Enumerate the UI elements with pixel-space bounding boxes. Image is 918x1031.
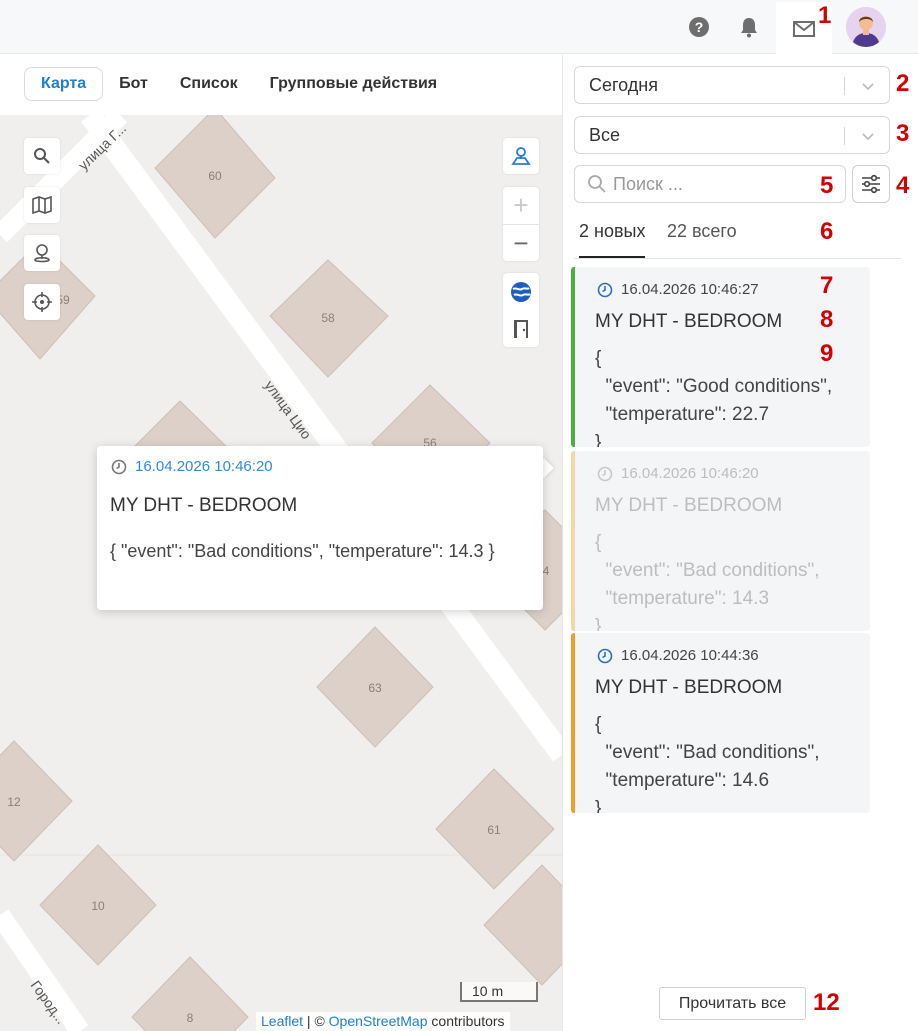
clock-icon <box>111 459 127 474</box>
envelope-icon <box>788 13 820 45</box>
popup-body: { "event": "Bad conditions", "temperatur… <box>110 541 495 561</box>
building-label: 12 <box>7 795 21 809</box>
tab-map[interactable]: Карта <box>24 67 104 101</box>
door-icon <box>514 319 528 338</box>
building-label: 63 <box>368 681 382 695</box>
new-count-tab[interactable]: 2 новых <box>579 221 646 258</box>
event-title: MY DHT - BEDROOM <box>595 311 783 332</box>
map-icon <box>32 196 52 214</box>
map-scale: 10 m <box>460 982 538 1002</box>
event-status-bar <box>571 267 575 447</box>
building-label: 58 <box>321 311 335 325</box>
event-time-text: 16.04.2026 10:44:36 <box>621 647 759 664</box>
leaflet-link[interactable]: Leaflet <box>261 1013 303 1029</box>
popup-title: MY DHT - BEDROOM <box>110 495 298 516</box>
map-geo-button[interactable] <box>503 138 539 174</box>
annotation-6: 6 <box>820 218 834 245</box>
building-label: 8 <box>187 1011 194 1025</box>
svg-text:?: ? <box>695 19 704 35</box>
building-label: 10 <box>91 899 105 913</box>
event-status-bar <box>571 451 575 631</box>
building-label: 61 <box>487 823 501 837</box>
map-locate-button[interactable] <box>24 284 60 320</box>
annotation-1: 1 <box>818 2 832 29</box>
event-time-text: 16.04.2026 10:46:20 <box>621 465 759 482</box>
zoom-control: + − <box>503 187 539 261</box>
type-select[interactable]: Все <box>574 116 890 154</box>
annotation-5: 5 <box>820 172 834 199</box>
popup-time-text: 16.04.2026 10:46:20 <box>135 458 273 475</box>
event-payload: { "event": "Bad conditions", "temperatur… <box>595 714 820 813</box>
search-input[interactable] <box>613 173 833 195</box>
annotation-12: 12 <box>813 989 840 1016</box>
zoom-out-button[interactable]: − <box>503 224 539 261</box>
search-icon <box>588 175 606 193</box>
event-time: 16.04.2026 10:44:36 <box>597 647 759 664</box>
view-tabs: Карта Бот Список Групповые действия <box>24 67 453 101</box>
events-panel: Сегодня Все 2 новых 22 всего <box>562 55 918 1031</box>
popup-time: 16.04.2026 10:46:20 <box>111 458 273 475</box>
osm-link[interactable]: OpenStreetMap <box>329 1013 428 1029</box>
read-all-button[interactable]: Прочитать все <box>659 987 806 1020</box>
event-status-bar <box>571 633 575 813</box>
tab-list[interactable]: Список <box>164 67 254 101</box>
help-icon[interactable]: ? <box>683 11 715 43</box>
count-tabs: 2 новых 22 всего <box>574 215 901 259</box>
event-popup[interactable]: 16.04.2026 10:46:20 MY DHT - BEDROOM { "… <box>97 446 543 610</box>
filter-button[interactable] <box>852 165 890 203</box>
exit-button[interactable] <box>503 310 539 347</box>
crosshair-icon <box>32 292 52 312</box>
building-label: 4 <box>543 564 550 578</box>
pin-icon <box>34 244 50 263</box>
map-pin-icon <box>511 147 531 165</box>
annotation-9: 9 <box>820 340 834 367</box>
tab-group-actions[interactable]: Групповые действия <box>254 67 454 101</box>
sliders-icon <box>862 174 880 194</box>
search-icon <box>34 148 50 164</box>
search-field[interactable] <box>574 165 846 203</box>
map-layers-button[interactable] <box>24 187 60 223</box>
select-separator <box>844 127 845 145</box>
globe-icon <box>511 281 531 302</box>
top-bar: ? <box>0 0 918 54</box>
event-card[interactable]: 16.04.2026 10:44:36 MY DHT - BEDROOM { "… <box>571 633 870 813</box>
period-select[interactable]: Сегодня <box>574 66 890 104</box>
clock-icon <box>597 648 613 663</box>
event-time: 16.04.2026 10:46:20 <box>597 465 759 482</box>
bell-icon[interactable] <box>733 11 765 43</box>
total-count-tab[interactable]: 22 всего <box>667 221 737 242</box>
event-time: 16.04.2026 10:46:27 <box>597 281 759 298</box>
select-separator <box>844 77 845 95</box>
annotation-7: 7 <box>820 272 834 299</box>
annotation-4: 4 <box>896 172 910 199</box>
app-root: ? 1 Карта Бот Список Групповые действия … <box>0 0 918 1031</box>
map-search-button[interactable] <box>24 138 60 174</box>
chevron-down-icon <box>862 83 874 91</box>
map-marker-button[interactable] <box>24 235 60 271</box>
building-label: 60 <box>208 169 222 183</box>
map-attribution: Leaflet | © OpenStreetMap contributors <box>256 1012 510 1031</box>
event-title: MY DHT - BEDROOM <box>595 495 783 516</box>
event-title: MY DHT - BEDROOM <box>595 677 783 698</box>
type-select-value: Все <box>589 124 621 145</box>
user-avatar[interactable] <box>846 7 886 47</box>
attribution-tail: contributors <box>427 1013 505 1029</box>
chevron-down-icon <box>862 133 874 141</box>
event-payload: { "event": "Bad conditions", "temperatur… <box>595 532 820 631</box>
event-payload: { "event": "Good conditions", "temperatu… <box>595 348 833 447</box>
annotation-8: 8 <box>820 306 834 333</box>
period-select-value: Сегодня <box>589 74 658 95</box>
attribution-separator: | © <box>303 1013 329 1029</box>
annotation-3: 3 <box>896 120 910 147</box>
event-card[interactable]: 16.04.2026 10:46:20 MY DHT - BEDROOM { "… <box>571 451 870 631</box>
map-extra-controls <box>503 273 539 347</box>
clock-icon <box>597 282 613 297</box>
annotation-2: 2 <box>896 70 910 97</box>
event-time-text: 16.04.2026 10:46:27 <box>621 281 759 298</box>
clock-icon <box>597 466 613 481</box>
zoom-in-button[interactable]: + <box>503 187 539 224</box>
globe-button[interactable] <box>503 273 539 310</box>
tab-bot[interactable]: Бот <box>103 67 164 101</box>
map-tabs-strip: Карта Бот Список Групповые действия <box>0 55 562 115</box>
